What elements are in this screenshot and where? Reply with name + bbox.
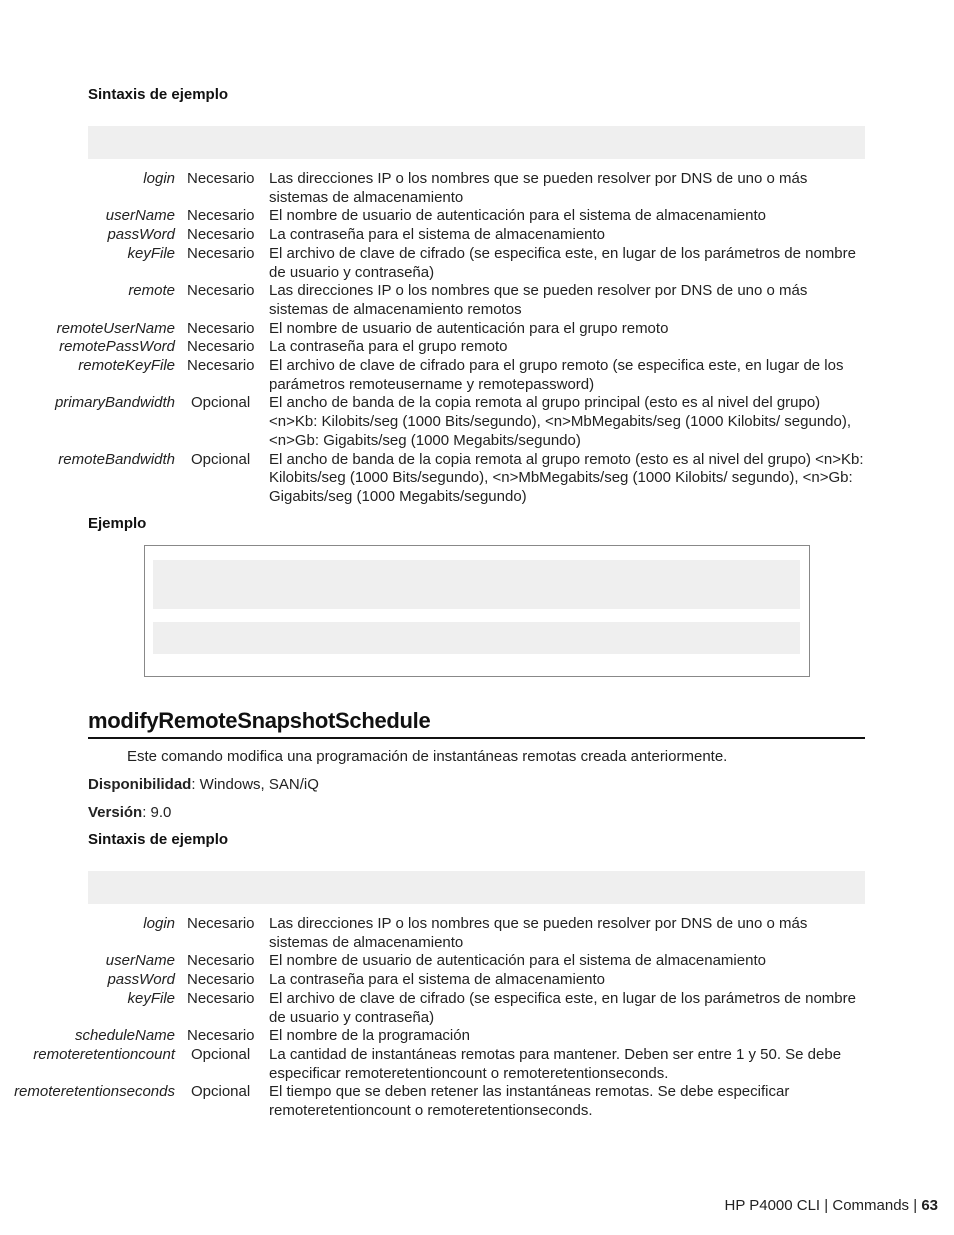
syntax-code-block-1 [88, 126, 865, 159]
footer-chapter: Commands [832, 1197, 910, 1214]
param-requirement: Opcional [191, 450, 251, 468]
param-description: El archivo de clave de cifrado (se espec… [269, 989, 856, 1026]
param-name: userName [105, 952, 175, 970]
param-description: La contraseña para el sistema de almacen… [269, 971, 606, 989]
param-requirement: Necesario [187, 915, 255, 932]
example-code-block-2 [153, 622, 800, 654]
version-value: : 9.0 [142, 804, 172, 821]
param-description: El ancho de banda de la copia remota al … [269, 450, 864, 505]
param-description: El nombre de usuario de autenticación pa… [269, 952, 766, 970]
param-requirement: Necesario [187, 357, 255, 375]
param-requirement: Necesario [187, 338, 255, 356]
param-row: remoteBandwidth Opcional El ancho de banda… [0, 451, 870, 507]
param-description: Las direcciones IP o los nombres que se … [269, 282, 808, 318]
param-name: remoteUserName [56, 319, 175, 337]
param-row: passWord Necesario La contraseña para el s… [0, 226, 870, 245]
param-requirement: Necesario [187, 207, 255, 225]
param-description: Las direcciones IP o los nombres que se … [269, 915, 808, 951]
param-requirement: Necesario [187, 244, 255, 262]
param-description: El archivo de clave de cifrado para el g… [269, 357, 844, 393]
param-requirement: Necesario [187, 226, 255, 244]
param-name: keyFile [127, 989, 175, 1007]
command-description: Este comando modifica una programación d… [127, 748, 728, 765]
param-requirement: Opcional [191, 1083, 251, 1101]
param-row: remoteretentioncount Opcional La cantidad … [0, 1046, 870, 1083]
page-footer: HP P4000 CLI | Commands | 63 [724, 1197, 938, 1214]
param-name: remoteretentionseconds [14, 1083, 175, 1101]
param-description: El nombre de la programación [269, 1027, 470, 1045]
param-row: login Necesario Las direcciones IP o los n… [0, 915, 870, 952]
command-title: modifyRemoteSnapshotSchedule [88, 708, 865, 739]
param-row: login Necesario Las direcciones IP o los n… [0, 170, 870, 207]
param-row: scheduleName Necesario El nombre de la pro… [0, 1027, 870, 1046]
param-requirement: Necesario [187, 319, 255, 337]
example-box [144, 545, 810, 677]
footer-separator: | [824, 1197, 829, 1214]
param-name: remotePassWord [59, 338, 175, 356]
params-table-1: login Necesario Las direcciones IP o los n… [0, 170, 870, 507]
param-row: remoteretentionseconds Opcional El tiempo … [0, 1083, 870, 1120]
param-row: remoteKeyFile Necesario El archivo de clav… [0, 357, 870, 394]
param-name: primaryBandwidth [54, 394, 175, 412]
availability-line: Disponibilidad: Windows, SAN/iQ [88, 776, 319, 793]
param-row: passWord Necesario La contraseña para el s… [0, 971, 870, 990]
param-name: remoteBandwidth [58, 450, 175, 468]
syntax-heading-1: Sintaxis de ejemplo [88, 86, 229, 103]
param-description: La contraseña para el grupo remoto [269, 338, 508, 356]
param-description: El archivo de clave de cifrado (se espec… [269, 244, 856, 281]
param-row: remoteUserName Necesario El nombre de usua… [0, 320, 870, 339]
param-description: Las direcciones IP o los nombres que se … [269, 170, 808, 206]
param-requirement: Necesario [187, 971, 255, 989]
param-row: keyFile Necesario El archivo de clave de c… [0, 990, 870, 1027]
page-number: 63 [921, 1197, 938, 1214]
param-name: passWord [107, 226, 175, 244]
param-description: La cantidad de instantáneas remotas para… [269, 1045, 842, 1082]
param-name: scheduleName [74, 1027, 175, 1045]
param-requirement: Necesario [187, 1027, 255, 1045]
param-requirement: Necesario [187, 952, 255, 970]
param-name: keyFile [127, 244, 175, 262]
param-row: userName Necesario El nombre de usuario de… [0, 207, 870, 226]
param-name: userName [105, 207, 175, 225]
param-requirement: Opcional [191, 394, 251, 412]
param-requirement: Opcional [191, 1045, 251, 1063]
param-description: El ancho de banda de la copia remota al … [269, 394, 852, 449]
params-table-2: login Necesario Las direcciones IP o los n… [0, 915, 870, 1121]
param-row: keyFile Necesario El archivo de clave de c… [0, 245, 870, 282]
example-code-block-1 [153, 560, 800, 609]
param-row: remotePassWord Necesario La contraseña par… [0, 338, 870, 357]
param-description: El tiempo que se deben retener las insta… [269, 1083, 790, 1120]
param-description: El nombre de usuario de autenticación pa… [269, 319, 669, 337]
param-name: passWord [107, 971, 175, 989]
example-heading: Ejemplo [88, 515, 147, 532]
footer-doc-title: HP P4000 CLI [724, 1197, 821, 1214]
version-label: Versión [88, 804, 143, 821]
syntax-code-block-2 [88, 871, 865, 904]
param-row: primaryBandwidth Opcional El ancho de band… [0, 394, 870, 450]
param-name: remote [128, 282, 175, 300]
param-name: login [143, 170, 175, 187]
param-name: remoteretentioncount [33, 1045, 175, 1063]
footer-separator: | [913, 1197, 918, 1214]
param-requirement: Necesario [187, 282, 255, 300]
availability-label: Disponibilidad [88, 776, 192, 793]
param-description: La contraseña para el sistema de almacen… [269, 226, 606, 244]
param-requirement: Necesario [187, 989, 255, 1007]
availability-value: : Windows, SAN/iQ [191, 776, 319, 793]
param-row: remote Necesario Las direcciones IP o los … [0, 282, 870, 319]
param-name: remoteKeyFile [78, 357, 175, 375]
param-row: userName Necesario El nombre de usuario de… [0, 952, 870, 971]
param-requirement: Necesario [187, 170, 255, 187]
param-name: login [143, 915, 175, 932]
version-line: Versión: 9.0 [88, 804, 171, 821]
param-description: El nombre de usuario de autenticación pa… [269, 207, 766, 225]
syntax-heading-2: Sintaxis de ejemplo [88, 831, 229, 848]
